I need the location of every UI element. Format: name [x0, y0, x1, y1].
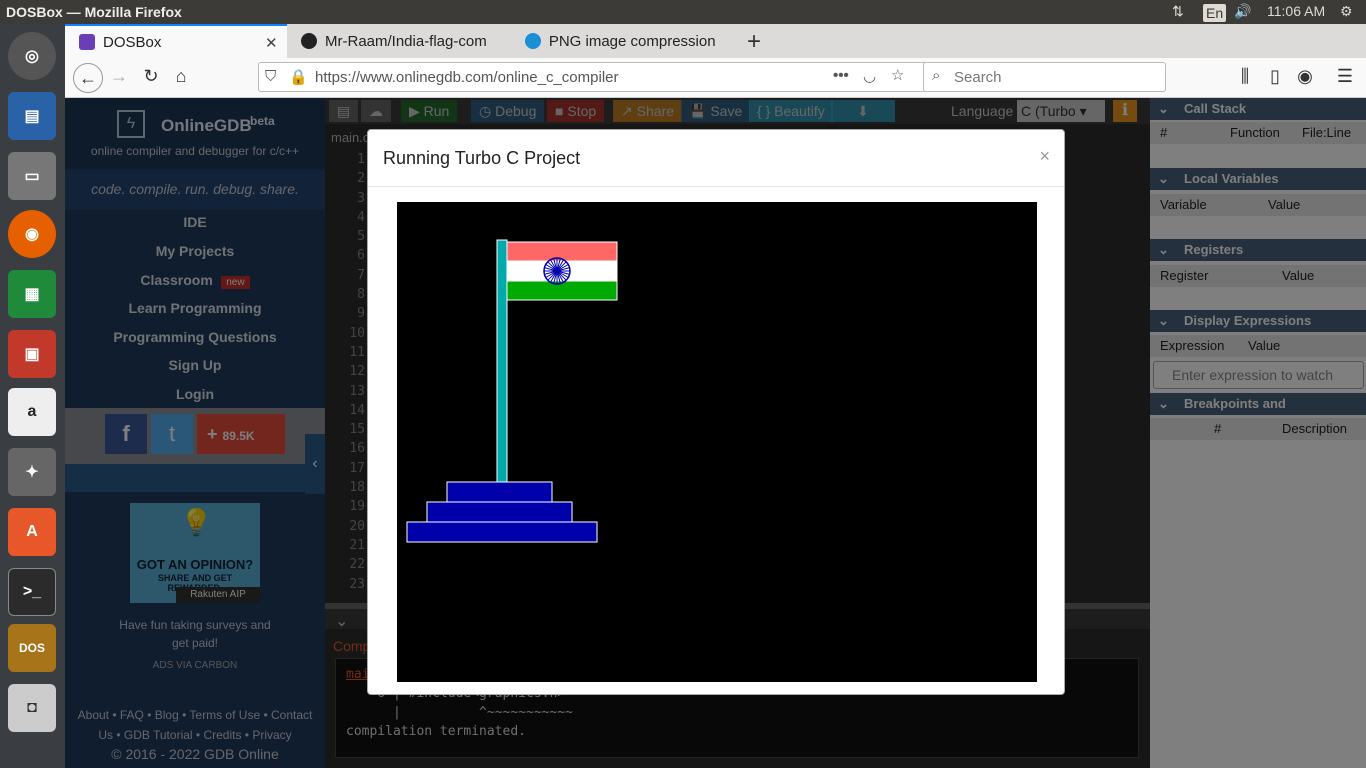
- library-icon[interactable]: ⫼: [1233, 66, 1257, 90]
- clock[interactable]: 11:06 AM: [1267, 3, 1325, 19]
- amazon-icon[interactable]: a: [8, 388, 56, 436]
- impress-icon[interactable]: ▣: [8, 330, 56, 378]
- search-bar[interactable]: ⌕ Search: [923, 62, 1166, 92]
- tab-bar: DOSBox ✕ Mr-Raam/India-flag-com PNG imag…: [65, 24, 1366, 58]
- os-top-bar: DOSBox — Mozilla Firefox ⇅ En 🔊 11:06 AM…: [0, 0, 1366, 24]
- search-placeholder: Search: [954, 69, 1002, 86]
- menu-icon[interactable]: ☰: [1333, 66, 1357, 90]
- png-favicon: [525, 33, 541, 49]
- files-icon[interactable]: ▭: [8, 152, 56, 200]
- github-favicon: [301, 33, 317, 49]
- close-tab-icon[interactable]: ✕: [265, 34, 278, 52]
- base-step-top: [446, 481, 553, 503]
- system-settings-icon[interactable]: ✦: [8, 448, 56, 496]
- home-button[interactable]: ⌂: [169, 66, 193, 90]
- sidebar-icon[interactable]: ▯: [1263, 66, 1287, 90]
- settings-gear-icon[interactable]: ⚙: [1340, 3, 1353, 20]
- new-tab-button[interactable]: +: [747, 28, 761, 56]
- page-actions-icon[interactable]: •••: [833, 67, 849, 84]
- tab-label: Mr-Raam/India-flag-com: [325, 32, 487, 50]
- ashoka-chakra: [543, 257, 571, 285]
- tab-png[interactable]: PNG image compression: [523, 24, 733, 58]
- search-icon: ⌕: [932, 67, 941, 84]
- launcher: ◎ ▤ ▭ ◉ ▦ ▣ a ✦ A >_ DOS ◘: [0, 24, 65, 768]
- camera-icon[interactable]: ◘: [8, 684, 56, 732]
- base-step-bottom: [406, 521, 598, 543]
- shield-icon[interactable]: ⛉: [265, 68, 276, 85]
- window-title: DOSBox — Mozilla Firefox: [6, 4, 182, 20]
- writer-icon[interactable]: ▤: [8, 92, 56, 140]
- saffron-band: [506, 241, 618, 262]
- dosbox-icon[interactable]: DOS: [8, 624, 56, 672]
- graphics-canvas: [406, 239, 618, 543]
- url-text[interactable]: https://www.onlinegdb.com/online_c_compi…: [315, 69, 619, 86]
- tab-label: PNG image compression: [548, 32, 716, 50]
- pocket-icon[interactable]: ◡: [863, 67, 876, 85]
- green-band: [506, 280, 618, 301]
- terminal-icon[interactable]: >_: [8, 568, 56, 616]
- keyboard-indicator[interactable]: En: [1203, 4, 1227, 22]
- calc-icon[interactable]: ▦: [8, 270, 56, 318]
- back-button[interactable]: ←: [73, 63, 103, 93]
- run-modal: Running Turbo C Project ×: [367, 129, 1065, 695]
- dosbox-screen[interactable]: [397, 202, 1037, 682]
- account-icon[interactable]: ◉: [1293, 66, 1317, 90]
- nav-bar: ← → ↻ ⌂ ⛉ 🔒 https://www.onlinegdb.com/on…: [65, 58, 1366, 98]
- tab-dosbox[interactable]: DOSBox ✕: [65, 24, 287, 58]
- lock-icon[interactable]: 🔒: [289, 68, 308, 86]
- firefox-icon[interactable]: ◉: [8, 210, 56, 258]
- close-icon[interactable]: ×: [1039, 146, 1050, 167]
- network-icon[interactable]: ⇅: [1172, 3, 1184, 20]
- volume-icon[interactable]: 🔊: [1234, 3, 1251, 20]
- modal-divider: [368, 186, 1064, 187]
- reload-button[interactable]: ↻: [139, 66, 163, 90]
- bookmark-star-icon[interactable]: ☆: [891, 66, 904, 84]
- tab-label: DOSBox: [103, 33, 162, 51]
- forward-button[interactable]: →: [107, 66, 131, 90]
- modal-title: Running Turbo C Project: [383, 148, 581, 168]
- tab-github[interactable]: Mr-Raam/India-flag-com: [297, 24, 507, 58]
- url-bar[interactable]: ⛉ 🔒 https://www.onlinegdb.com/online_c_c…: [258, 62, 988, 92]
- ubuntu-dash-icon[interactable]: ◎: [8, 32, 56, 80]
- dosbox-favicon: [79, 34, 95, 50]
- flag-pole: [496, 239, 508, 485]
- software-center-icon[interactable]: A: [8, 508, 56, 556]
- base-step-middle: [426, 501, 573, 523]
